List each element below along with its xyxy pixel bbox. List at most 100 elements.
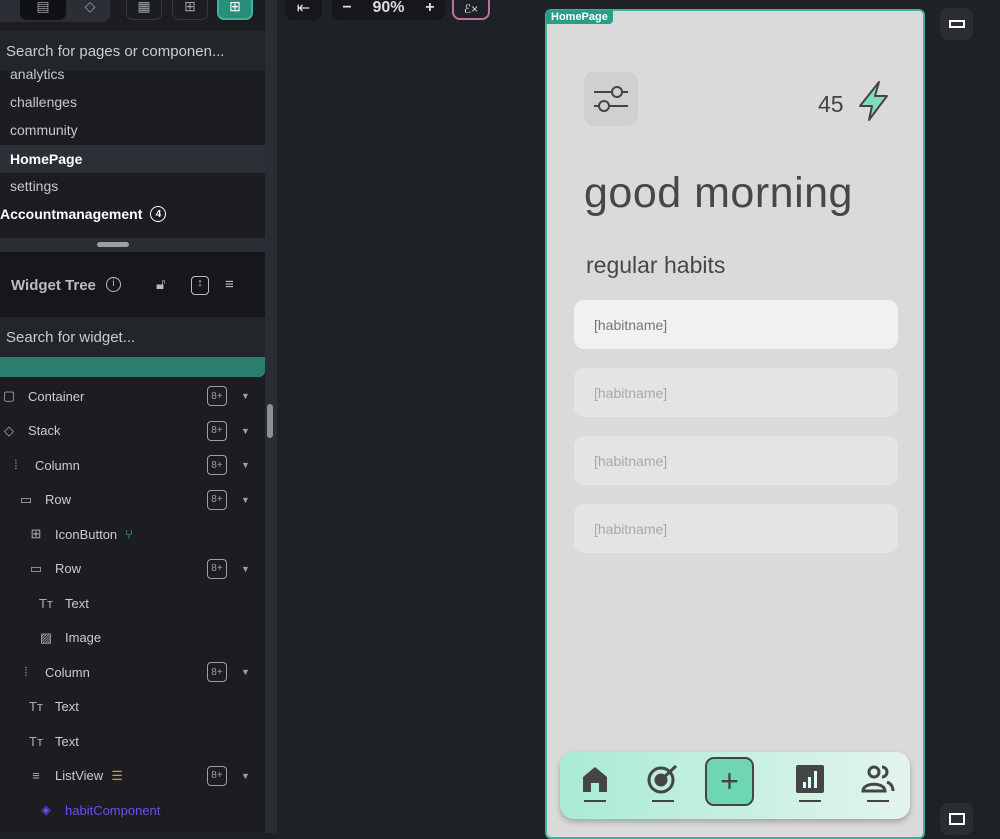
widget-tree-item[interactable]: ▨ Image: [0, 621, 265, 655]
page-item-analytics[interactable]: analytics: [0, 62, 265, 86]
selected-widget-row[interactable]: [0, 357, 265, 377]
bottom-nav-bar: +: [560, 752, 910, 819]
widget-tree-item-label: Image: [65, 630, 102, 645]
chevron-down-icon[interactable]: ▼: [241, 564, 250, 574]
add-habit-button[interactable]: +: [705, 757, 754, 806]
backend-query-icon[interactable]: ☰: [111, 768, 123, 784]
expand-icon[interactable]: ↕: [191, 276, 209, 295]
grid-button[interactable]: ▦: [126, 0, 162, 20]
components-tab[interactable]: ◇: [70, 0, 110, 20]
component-icon: ◈: [41, 802, 51, 817]
action-flow-icon[interactable]: ⑂: [125, 527, 133, 542]
image-icon: ▨: [39, 629, 53, 645]
folder-count-badge: 4: [150, 206, 167, 222]
widget-tree-item[interactable]: ⦙ Column 8+ ▼: [0, 655, 265, 689]
widget-tree-item[interactable]: Tт Text: [0, 690, 265, 724]
section-heading: regular habits: [586, 252, 726, 278]
sort-icon[interactable]: ≡: [225, 276, 234, 293]
grid-icon: ▦: [137, 0, 151, 14]
widget-tree-item[interactable]: ⊞ IconButton ⑂: [0, 517, 265, 551]
add-page-button[interactable]: ⊞: [217, 0, 253, 20]
collapse-panel-button[interactable]: ⇤: [285, 0, 322, 20]
lock-icon[interactable]: 🔓︎: [156, 276, 166, 293]
widget-tree-item-label: Stack: [28, 423, 61, 438]
chevron-down-icon[interactable]: ▼: [241, 426, 250, 436]
text-icon: Tт: [39, 595, 53, 611]
sidebar-scrollbar[interactable]: [267, 404, 273, 438]
widget-tree-item[interactable]: Tт Text: [0, 724, 265, 758]
filter-button[interactable]: [584, 72, 638, 126]
widget-tree-item[interactable]: ≡ ListView ☰ 8+ ▼: [0, 759, 265, 793]
info-icon[interactable]: i: [106, 277, 121, 292]
add-child-widget-icon[interactable]: 8+: [207, 765, 227, 786]
add-folder-button[interactable]: ⊞: [172, 0, 208, 20]
widget-tree-item[interactable]: ⦙ Column 8+ ▼: [0, 448, 265, 482]
bar-chart-icon: [796, 765, 824, 793]
nav-home[interactable]: [575, 764, 615, 814]
row-icon: ▭: [29, 560, 43, 576]
widget-tree-item-label: ListView: [55, 768, 104, 783]
widget-tree-item-label: Text: [55, 733, 79, 749]
nav-goals[interactable]: [643, 764, 683, 814]
row-icon: ▭: [19, 491, 33, 507]
chevron-down-icon[interactable]: ▼: [241, 495, 250, 505]
plus-icon: +: [720, 763, 739, 799]
widget-tree-header: Widget Tree i 🔓︎ ↕ ≡: [0, 252, 265, 317]
resize-handle[interactable]: [97, 242, 129, 247]
habit-item[interactable]: [habitname]: [574, 368, 898, 417]
add-child-widget-icon[interactable]: 8+: [207, 662, 227, 682]
habit-item[interactable]: [habitname]: [574, 436, 898, 485]
widget-tree-item-label: Container: [28, 388, 85, 404]
zoom-in-button[interactable]: +: [425, 0, 434, 17]
zoom-out-button[interactable]: −: [342, 0, 351, 17]
widget-tree-item[interactable]: ◇ Stack 8+ ▼: [0, 414, 265, 448]
chevron-down-icon[interactable]: ▼: [241, 771, 250, 781]
nav-community[interactable]: [858, 764, 898, 814]
habit-item[interactable]: [habitname]: [574, 300, 898, 349]
add-child-widget-icon[interactable]: 8+: [207, 489, 227, 510]
stack-icon: ◇: [4, 422, 14, 438]
widget-tree-item[interactable]: Tт Text: [0, 586, 265, 620]
chevron-down-icon[interactable]: ▼: [241, 667, 250, 677]
zoom-level: 90%: [372, 0, 405, 16]
add-page-icon: ⊞: [229, 0, 241, 14]
sliders-icon: [594, 86, 628, 112]
widget-tree-item-label: Row: [45, 492, 72, 507]
device-landscape-button[interactable]: [940, 8, 973, 40]
widget-tree-item-label: Row: [55, 561, 82, 576]
widget-tree-item-label: habitComponent: [65, 802, 161, 818]
widget-tree-item-label: Text: [55, 699, 79, 714]
people-icon: [861, 765, 895, 793]
page-item-community[interactable]: community: [0, 116, 265, 144]
diamond-icon: ◇: [84, 0, 96, 14]
phone-preview: HomePage 45 good morning regular habits …: [545, 9, 925, 839]
pages-tab[interactable]: ▤: [20, 0, 66, 20]
add-child-widget-icon[interactable]: 8+: [207, 420, 227, 441]
widget-search-input[interactable]: Search for widget...: [0, 317, 265, 357]
lightning-icon: [859, 81, 888, 121]
chevron-down-icon[interactable]: ▼: [241, 391, 250, 401]
widget-tree-item-label: Text: [65, 595, 89, 611]
chevron-down-icon[interactable]: ▼: [241, 460, 250, 470]
list-icon: ≡: [32, 768, 40, 783]
page-item-settings[interactable]: settings: [0, 172, 265, 200]
add-child-widget-icon[interactable]: 8+: [207, 386, 227, 406]
column-icon: ⦙: [24, 664, 28, 679]
widget-tree-item[interactable]: ▢ Container 8+ ▼: [0, 379, 265, 413]
magic-tool-button[interactable]: ℰ×: [452, 0, 490, 20]
widget-tree-item-label: IconButton: [55, 526, 118, 542]
add-child-widget-icon[interactable]: 8+: [207, 558, 227, 579]
page-item-challenges[interactable]: challenges: [0, 88, 265, 116]
add-child-widget-icon[interactable]: 8+: [207, 455, 227, 475]
widget-tree-item[interactable]: ▭ Row 8+ ▼: [0, 483, 265, 517]
page-item-homepage[interactable]: HomePage: [0, 145, 265, 173]
folder-accountmanagement[interactable]: Accountmanagement 4: [0, 200, 265, 228]
habit-item[interactable]: [habitname]: [574, 504, 898, 553]
page-label-badge: HomePage: [546, 10, 613, 24]
device-desktop-button[interactable]: [940, 803, 973, 835]
panel-divider[interactable]: [0, 238, 265, 252]
widget-tree-item[interactable]: ◈ habitComponent: [0, 793, 265, 827]
nav-analytics[interactable]: [790, 764, 830, 814]
sidebar-scroll-track: [265, 0, 277, 833]
widget-tree-item[interactable]: ▭ Row 8+ ▼: [0, 552, 265, 586]
